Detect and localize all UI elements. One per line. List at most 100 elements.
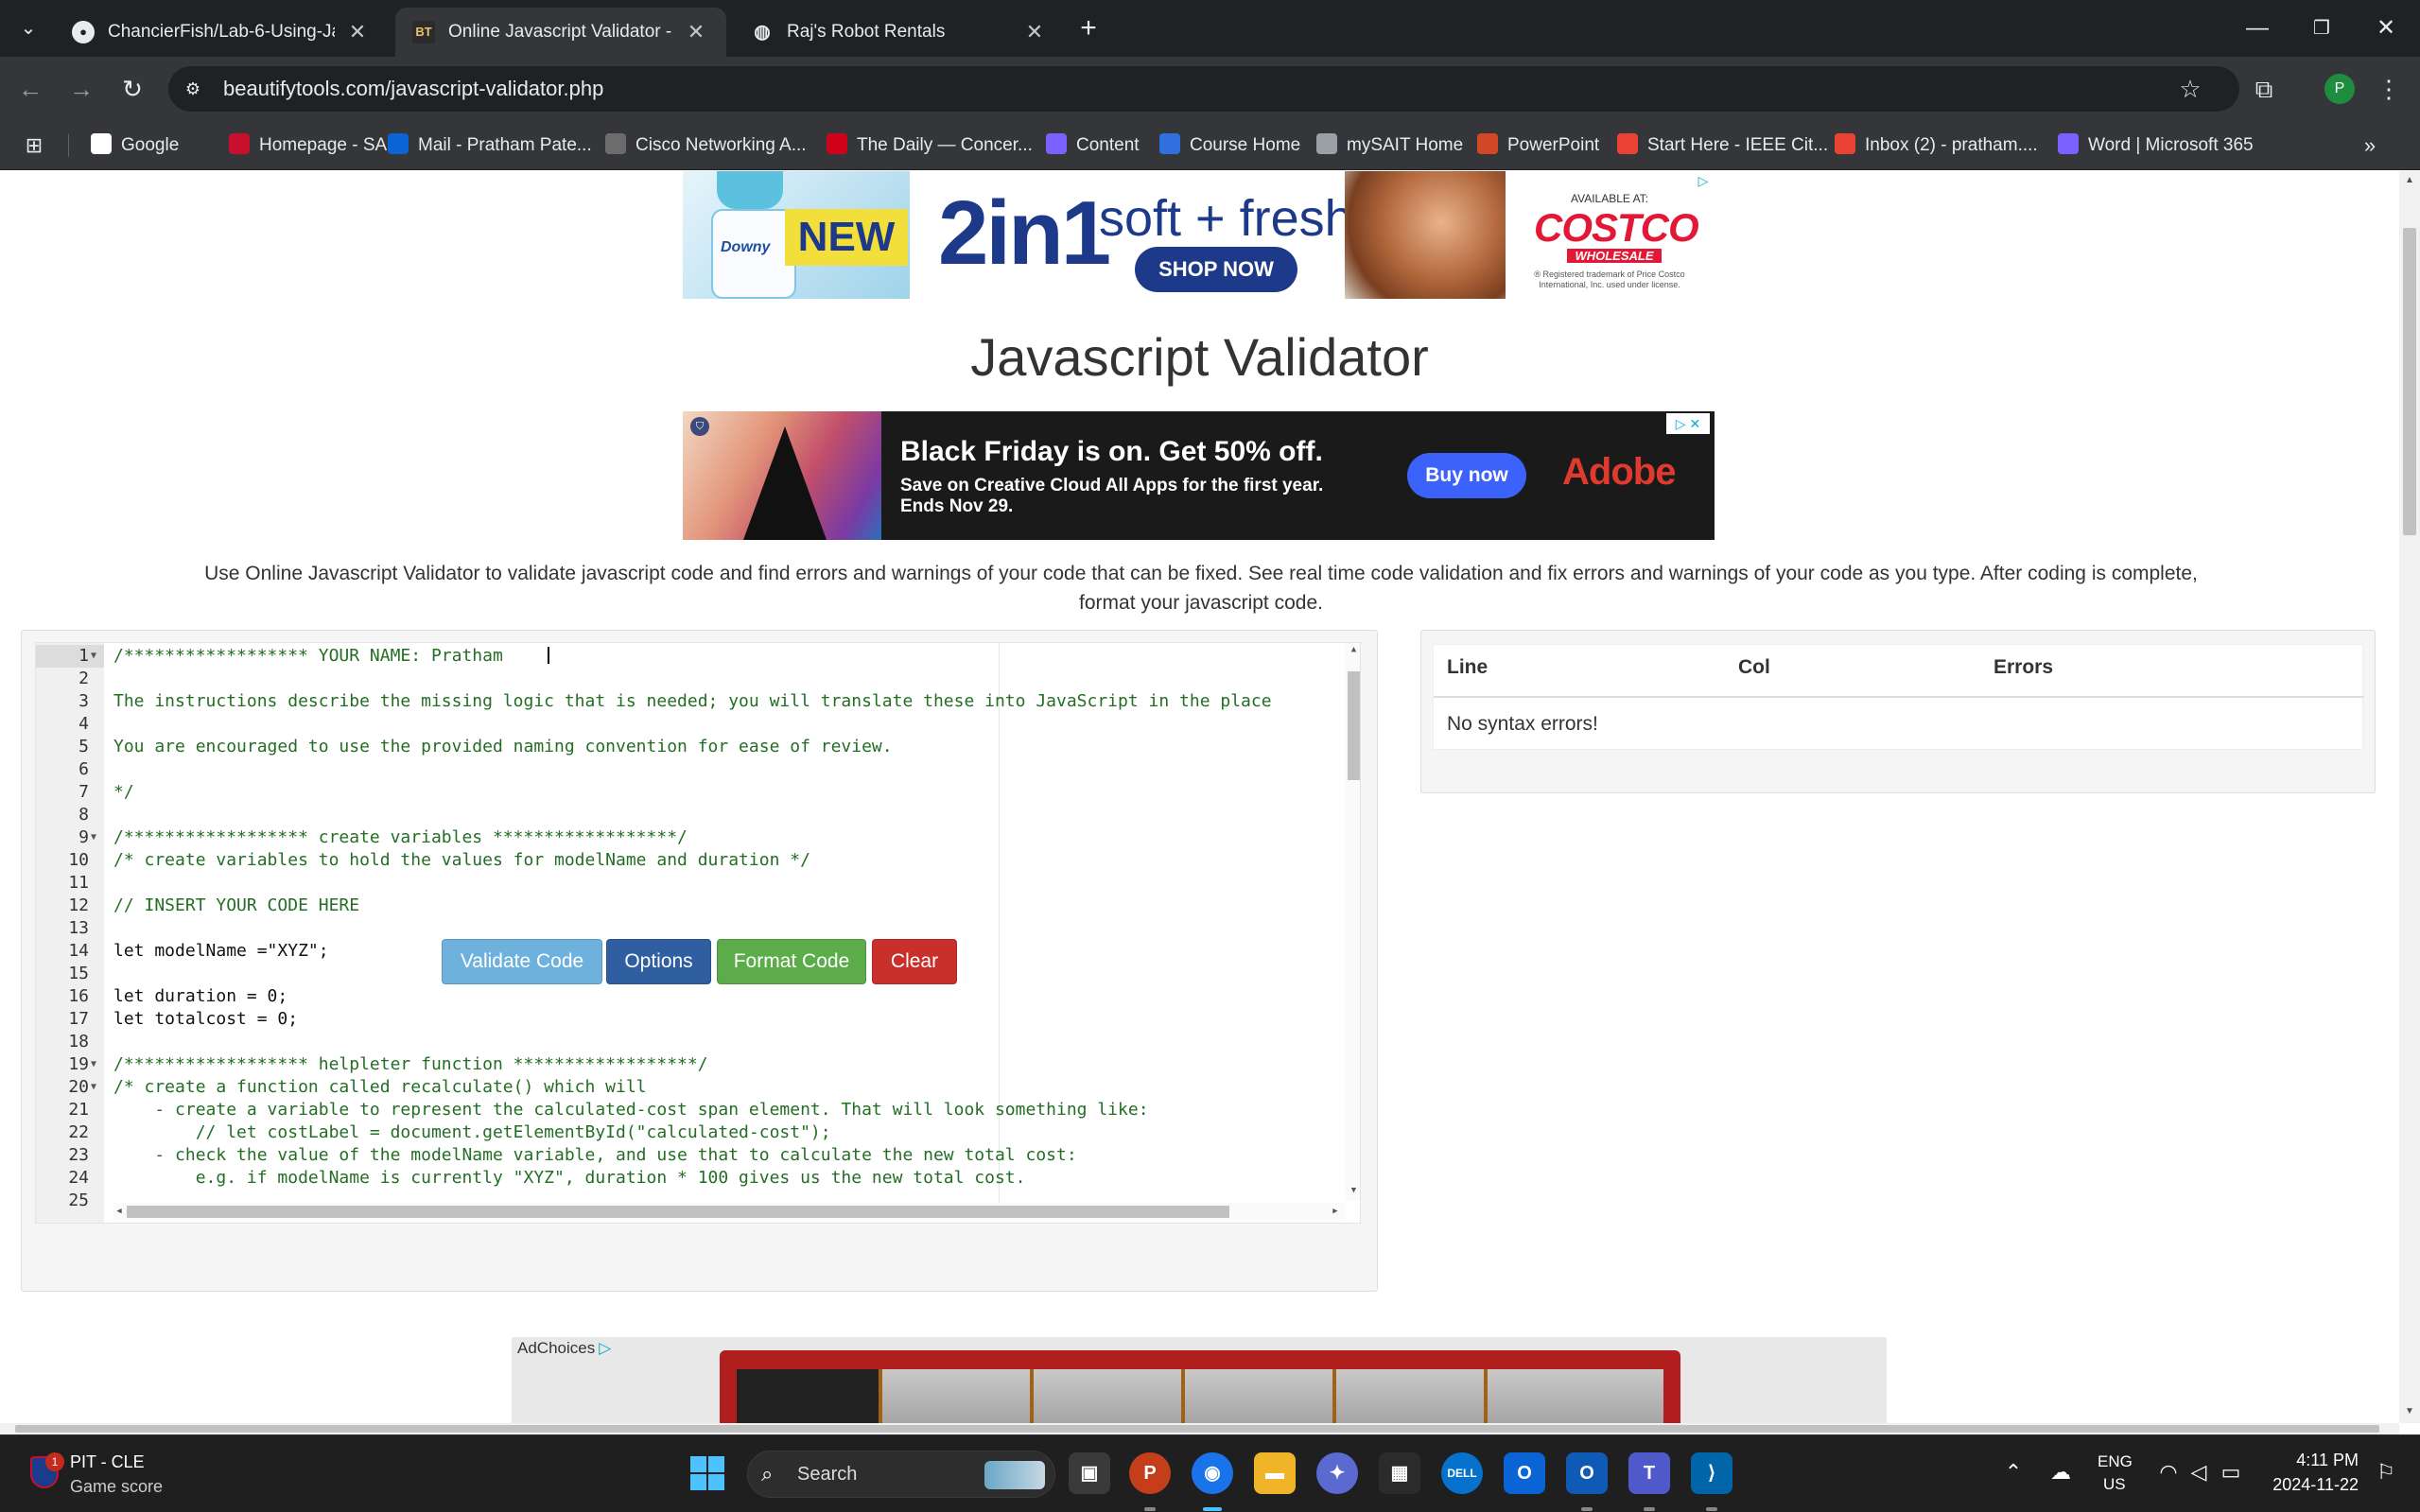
new-tab-button[interactable]: +: [1072, 13, 1105, 45]
bookmark-star-icon[interactable]: ☆: [2173, 72, 2207, 106]
bookmark-item[interactable]: Content: [1046, 132, 1140, 159]
address-bar[interactable]: ⚙ beautifytools.com/javascript-validator…: [168, 66, 2239, 112]
tab-robot-rentals[interactable]: ◍ Raj's Robot Rentals ✕: [734, 8, 1065, 57]
close-tab-icon[interactable]: ✕: [344, 19, 371, 45]
clear-button[interactable]: Clear: [872, 939, 957, 984]
adchoices-close-icon[interactable]: ▷ ✕: [1666, 413, 1710, 434]
scroll-thumb[interactable]: [127, 1206, 1229, 1218]
ad-banner-adobe[interactable]: ⛉ Black Friday is on. Get 50% off. Save …: [683, 411, 1715, 540]
bookmark-item[interactable]: Google: [91, 132, 179, 159]
task-view-icon[interactable]: ▣: [1069, 1452, 1110, 1494]
code-line[interactable]: let duration = 0;: [113, 985, 287, 1008]
ad-shop-now-button[interactable]: SHOP NOW: [1135, 247, 1297, 292]
forward-icon[interactable]: →: [64, 72, 98, 106]
fold-toggle-icon[interactable]: ▼: [91, 826, 96, 849]
editor-horizontal-scrollbar[interactable]: ◀ ▶: [113, 1203, 1345, 1220]
show-hidden-icons[interactable]: ⌃: [1999, 1460, 2028, 1485]
code-line[interactable]: e.g. if modelName is currently "XYZ", du…: [113, 1167, 1026, 1190]
site-info-icon[interactable]: ⚙: [182, 78, 204, 100]
wifi-icon[interactable]: ◠: [2154, 1460, 2183, 1485]
vscode-icon[interactable]: ⟩: [1691, 1452, 1732, 1511]
bookmark-item[interactable]: The Daily — Concer...: [827, 132, 1033, 159]
dell-icon[interactable]: DELL: [1441, 1452, 1483, 1494]
outlook-icon[interactable]: O: [1566, 1452, 1608, 1511]
bookmark-item[interactable]: Mail - Pratham Pate...: [388, 132, 592, 159]
restore-icon[interactable]: ❐: [2298, 9, 2345, 47]
bookmark-item[interactable]: Course Home: [1159, 132, 1300, 159]
back-icon[interactable]: ←: [13, 72, 47, 106]
scroll-up-icon[interactable]: ▲: [2403, 175, 2416, 185]
fold-toggle-icon[interactable]: ▼: [91, 645, 96, 668]
taskbar-search[interactable]: ⌕ Search: [747, 1451, 1055, 1498]
scroll-down-icon[interactable]: ▼: [1348, 1186, 1360, 1195]
menu-kebab-icon[interactable]: ⋮: [2372, 72, 2406, 106]
code-line[interactable]: The instructions describe the missing lo…: [113, 690, 1272, 713]
editor-vertical-scrollbar[interactable]: ▲ ▼: [1345, 643, 1360, 1201]
scroll-thumb[interactable]: [15, 1425, 2379, 1433]
code-line[interactable]: /* create variables to hold the values f…: [113, 849, 810, 872]
more-bookmarks-icon[interactable]: »: [2357, 132, 2383, 159]
bookmark-item[interactable]: Cisco Networking A...: [605, 132, 807, 159]
onedrive-icon[interactable]: ☁: [2046, 1460, 2075, 1485]
scroll-thumb[interactable]: [2403, 228, 2416, 535]
language-indicator[interactable]: ENG: [2098, 1452, 2133, 1471]
profile-avatar[interactable]: P: [2324, 74, 2355, 104]
fold-toggle-icon[interactable]: ▼: [91, 1076, 96, 1099]
code-line[interactable]: // let costLabel = document.getElementBy…: [113, 1121, 831, 1144]
teams-icon[interactable]: T: [1628, 1452, 1670, 1511]
code-line[interactable]: let modelName ="XYZ";: [113, 940, 329, 963]
bookmark-item[interactable]: Start Here - IEEE Cit...: [1617, 132, 1828, 159]
bookmark-item[interactable]: Homepage - SAIT: [229, 132, 403, 159]
code-line[interactable]: /****************** create variables ***…: [113, 826, 688, 849]
scroll-right-icon[interactable]: ▶: [1330, 1203, 1341, 1220]
close-tab-icon[interactable]: ✕: [683, 19, 709, 45]
code-line[interactable]: - create a variable to represent the cal…: [113, 1099, 1148, 1121]
page-horizontal-scrollbar[interactable]: [0, 1423, 2399, 1434]
code-line[interactable]: /****************** helpleter function *…: [113, 1053, 708, 1076]
widget-subtitle[interactable]: Game score: [70, 1477, 163, 1497]
battery-icon[interactable]: ▭: [2217, 1460, 2245, 1485]
widget-title[interactable]: PIT - CLE: [70, 1452, 145, 1472]
format-code-button[interactable]: Format Code: [717, 939, 866, 984]
code-line[interactable]: You are encouraged to use the provided n…: [113, 736, 893, 758]
ad-banner-bottom[interactable]: AdChoices ▷: [512, 1337, 1887, 1423]
notifications-icon[interactable]: ⚐: [2372, 1460, 2400, 1485]
validate-code-button[interactable]: Validate Code: [442, 939, 602, 984]
windows-start-icon[interactable]: [690, 1456, 724, 1490]
bookmark-item[interactable]: Inbox (2) - pratham....: [1835, 132, 2038, 159]
minimize-icon[interactable]: —: [2234, 9, 2281, 47]
clock-time[interactable]: 4:11 PM: [2273, 1451, 2359, 1470]
microsoft-store-icon[interactable]: ▦: [1379, 1452, 1420, 1494]
fold-toggle-icon[interactable]: ▼: [91, 1053, 96, 1076]
bookmark-item[interactable]: Word | Microsoft 365: [2058, 132, 2254, 159]
code-editor[interactable]: 1 ▼ 2 3 4 5 6 7 8 9 ▼ 10 11 12 13 14 15 16 17 18 19 ▼ 20 ▼ 21 22 2…: [35, 642, 1361, 1224]
code-line[interactable]: */: [113, 781, 134, 804]
copilot-icon[interactable]: ✦: [1316, 1452, 1358, 1494]
ad-buy-now-button[interactable]: Buy now: [1407, 453, 1526, 498]
bookmark-item[interactable]: PowerPoint: [1477, 132, 1599, 159]
sports-widget[interactable]: 1: [30, 1452, 64, 1492]
powerpoint-icon[interactable]: P: [1129, 1452, 1171, 1511]
code-line[interactable]: // INSERT YOUR CODE HERE: [113, 895, 359, 917]
ad-banner-downy[interactable]: Downy NEW 2in1 soft + fresh SHOP NOW AVA…: [683, 171, 1714, 299]
scroll-up-icon[interactable]: ▲: [1348, 645, 1360, 654]
scroll-down-icon[interactable]: ▼: [2403, 1406, 2416, 1416]
outlook-new-icon[interactable]: O: [1504, 1452, 1545, 1494]
clock-date[interactable]: 2024-11-22: [2258, 1475, 2359, 1495]
page-vertical-scrollbar[interactable]: ▲ ▼: [2399, 171, 2420, 1423]
region-indicator[interactable]: US: [2103, 1475, 2126, 1494]
code-line[interactable]: /* create a function called recalculate(…: [113, 1076, 647, 1099]
volume-icon[interactable]: ◁: [2185, 1460, 2213, 1485]
file-explorer-icon[interactable]: ▬: [1254, 1452, 1296, 1494]
extensions-icon[interactable]: ⧉: [2247, 72, 2281, 106]
bookmark-item[interactable]: mySAIT Home: [1316, 132, 1463, 159]
code-line[interactable]: - check the value of the modelName varia…: [113, 1144, 1076, 1167]
chrome-icon[interactable]: ◉: [1192, 1452, 1233, 1511]
code-line[interactable]: /****************** YOUR NAME: Pratham: [113, 645, 503, 668]
scroll-left-icon[interactable]: ◀: [113, 1203, 125, 1220]
tab-github[interactable]: ● ChancierFish/Lab-6-Using-Java... ✕: [55, 8, 388, 57]
scroll-thumb[interactable]: [1348, 671, 1360, 780]
reload-icon[interactable]: ↻: [115, 72, 149, 106]
close-window-icon[interactable]: ✕: [2362, 9, 2410, 47]
adchoices-icon[interactable]: ▷: [1695, 173, 1712, 190]
